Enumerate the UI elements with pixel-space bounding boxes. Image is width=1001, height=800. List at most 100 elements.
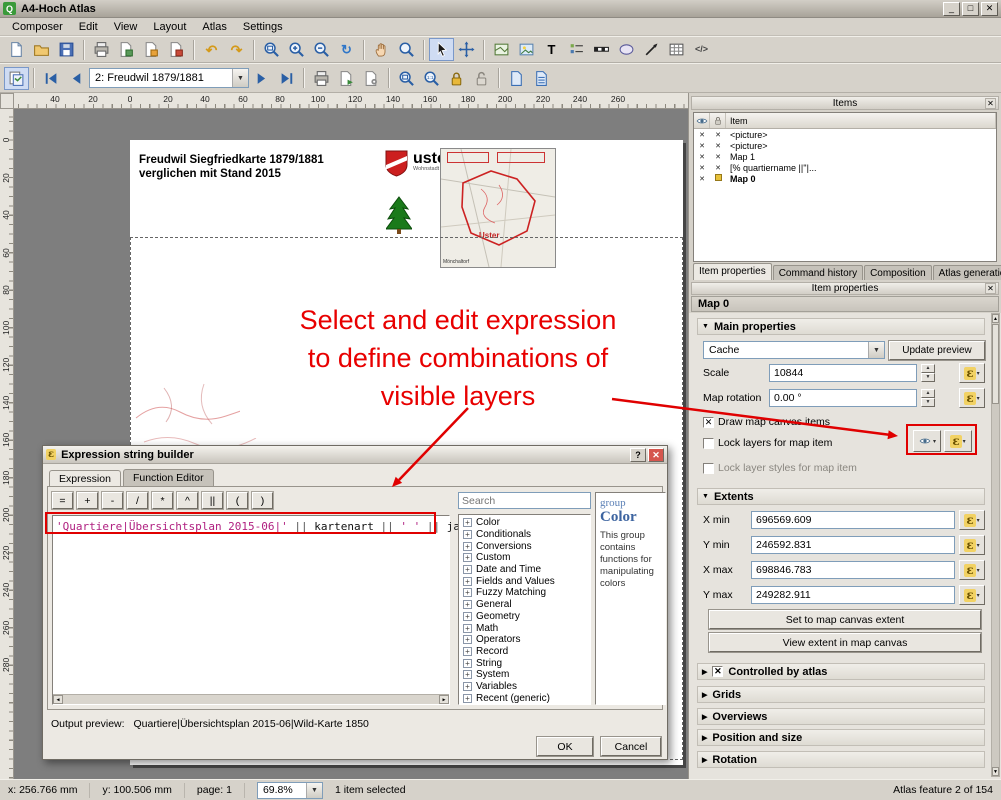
cancel-button[interactable]: Cancel [601, 737, 661, 756]
tab-command-history[interactable]: Command history [773, 265, 863, 280]
tree-item-conditionals[interactable]: +Conditionals [459, 529, 590, 541]
next-feature-button[interactable] [249, 67, 274, 90]
operator-multiply-button[interactable]: * [152, 492, 173, 509]
add-arrow-button[interactable] [639, 38, 664, 61]
ymin-expression-button[interactable]: ε▾ [959, 535, 985, 555]
menu-composer[interactable]: Composer [4, 19, 71, 35]
select-move-item-button[interactable] [429, 38, 454, 61]
visibility-check-icon[interactable]: ✕ [694, 164, 710, 172]
export-image-button[interactable] [114, 38, 139, 61]
menu-edit[interactable]: Edit [71, 19, 106, 35]
operator-equals-button[interactable]: = [52, 492, 73, 509]
print-atlas-button[interactable] [309, 67, 334, 90]
zoom-tool-button[interactable] [394, 38, 419, 61]
zoom-full-extent-button[interactable] [394, 67, 419, 90]
operator-concat-button[interactable]: || [202, 492, 223, 509]
expander-icon[interactable]: + [463, 553, 472, 562]
add-map-button[interactable] [489, 38, 514, 61]
zoom-full-button[interactable] [259, 38, 284, 61]
scale-input[interactable] [769, 364, 917, 382]
visibility-check-icon[interactable]: ✕ [694, 153, 710, 161]
scroll-down-icon[interactable]: ▼ [992, 767, 999, 776]
composition-options-button[interactable] [529, 67, 554, 90]
atlas-settings-button[interactable] [359, 67, 384, 90]
ymax-expression-button[interactable]: ε▾ [959, 585, 985, 605]
page-title-label[interactable]: Freudwil Siegfriedkarte 1879/1881 vergli… [139, 153, 324, 181]
close-icon[interactable]: ✕ [985, 98, 996, 109]
section-controlled-by-atlas[interactable]: ▶ ✕ Controlled by atlas [697, 663, 985, 680]
expander-icon[interactable]: + [463, 588, 472, 597]
scroll-left-icon[interactable]: ◀ [53, 695, 63, 704]
expander-icon[interactable]: + [463, 600, 472, 609]
rotation-spinner[interactable]: ▲▼ [921, 389, 935, 407]
expander-icon[interactable]: + [463, 530, 472, 539]
lock-check-icon[interactable]: ✕ [710, 131, 726, 139]
expander-icon[interactable]: + [463, 670, 472, 679]
tree-item-recent[interactable]: +Recent (generic) [459, 692, 590, 704]
lock-layers-expression-button[interactable]: ε▾ [944, 430, 972, 452]
xmax-expression-button[interactable]: ε▾ [959, 560, 985, 580]
items-row-map0[interactable]: ✕Map 0 [694, 173, 996, 184]
items-row-picture1[interactable]: ✕✕<picture> [694, 129, 996, 140]
scrollbar-thumb[interactable] [992, 324, 999, 404]
zoom-out-button[interactable] [309, 38, 334, 61]
new-composition-button[interactable] [4, 38, 29, 61]
visibility-check-icon[interactable]: ✕ [694, 175, 710, 183]
tree-item-fields-and-values[interactable]: +Fields and Values [459, 575, 590, 587]
refresh-view-button[interactable]: ↻ [334, 38, 359, 61]
expander-icon[interactable]: + [463, 624, 472, 633]
tab-function-editor[interactable]: Function Editor [123, 469, 214, 487]
expression-editor[interactable]: 'Quartiere|Übersichtsplan 2015-06|' || k… [52, 515, 450, 705]
expression-horizontal-scrollbar[interactable]: ◀ ▶ [53, 694, 449, 704]
operator-divide-button[interactable]: / [127, 492, 148, 509]
set-to-map-canvas-extent-button[interactable]: Set to map canvas extent [709, 610, 981, 629]
items-row-map1[interactable]: ✕✕Map 1 [694, 151, 996, 162]
add-scalebar-button[interactable] [589, 38, 614, 61]
zoom-in-button[interactable] [284, 38, 309, 61]
zoom-actual-size-button[interactable]: 1:1 [419, 67, 444, 90]
update-preview-button[interactable]: Update preview [889, 341, 985, 360]
draw-canvas-items-checkbox[interactable]: ✕ [703, 417, 714, 428]
function-search-input[interactable] [458, 492, 591, 509]
dialog-close-button[interactable]: ✕ [648, 448, 664, 462]
lock-items-button[interactable] [444, 67, 469, 90]
spin-up-icon[interactable]: ▲ [921, 364, 935, 373]
add-attribute-table-button[interactable] [664, 38, 689, 61]
undo-button[interactable]: ↶ [199, 38, 224, 61]
export-atlas-button[interactable] [334, 67, 359, 90]
xmax-input[interactable] [751, 561, 955, 579]
section-main-properties[interactable]: ▼ Main properties [697, 318, 985, 335]
scroll-up-icon[interactable]: ▲ [992, 314, 999, 323]
last-feature-button[interactable] [274, 67, 299, 90]
scroll-right-icon[interactable]: ▶ [439, 695, 449, 704]
tree-item-fuzzy-matching[interactable]: +Fuzzy Matching [459, 587, 590, 599]
help-button[interactable]: ? [630, 448, 646, 462]
chevron-down-icon[interactable]: ▼ [306, 783, 322, 798]
operator-power-button[interactable]: ^ [177, 492, 198, 509]
unlock-items-button[interactable] [469, 67, 494, 90]
add-legend-button[interactable] [564, 38, 589, 61]
tab-composition[interactable]: Composition [864, 265, 932, 280]
visible-layers-preset-button[interactable]: ▾ [913, 430, 941, 452]
tree-item-record[interactable]: +Record [459, 646, 590, 658]
rotation-expression-button[interactable]: ε▾ [959, 388, 985, 408]
items-row-picture2[interactable]: ✕✕<picture> [694, 140, 996, 151]
tree-item-math[interactable]: +Math [459, 622, 590, 634]
uster-coat-of-arms[interactable] [385, 150, 408, 177]
first-feature-button[interactable] [39, 67, 64, 90]
tree-picture[interactable] [386, 195, 412, 235]
pan-button[interactable] [369, 38, 394, 61]
move-item-content-button[interactable] [454, 38, 479, 61]
add-image-button[interactable] [514, 38, 539, 61]
redo-button[interactable]: ↷ [224, 38, 249, 61]
export-svg-button[interactable] [139, 38, 164, 61]
operator-plus-button[interactable]: + [77, 492, 98, 509]
section-grids[interactable]: ▶ Grids [697, 686, 985, 703]
cache-mode-combo[interactable]: Cache ▼ [703, 341, 885, 359]
lock-check-icon[interactable]: ✕ [710, 164, 726, 172]
menu-settings[interactable]: Settings [235, 19, 291, 35]
add-pages-button[interactable] [504, 67, 529, 90]
tree-item-variables[interactable]: +Variables [459, 681, 590, 693]
xmin-expression-button[interactable]: ε▾ [959, 510, 985, 530]
section-position-and-size[interactable]: ▶ Position and size [697, 729, 985, 746]
